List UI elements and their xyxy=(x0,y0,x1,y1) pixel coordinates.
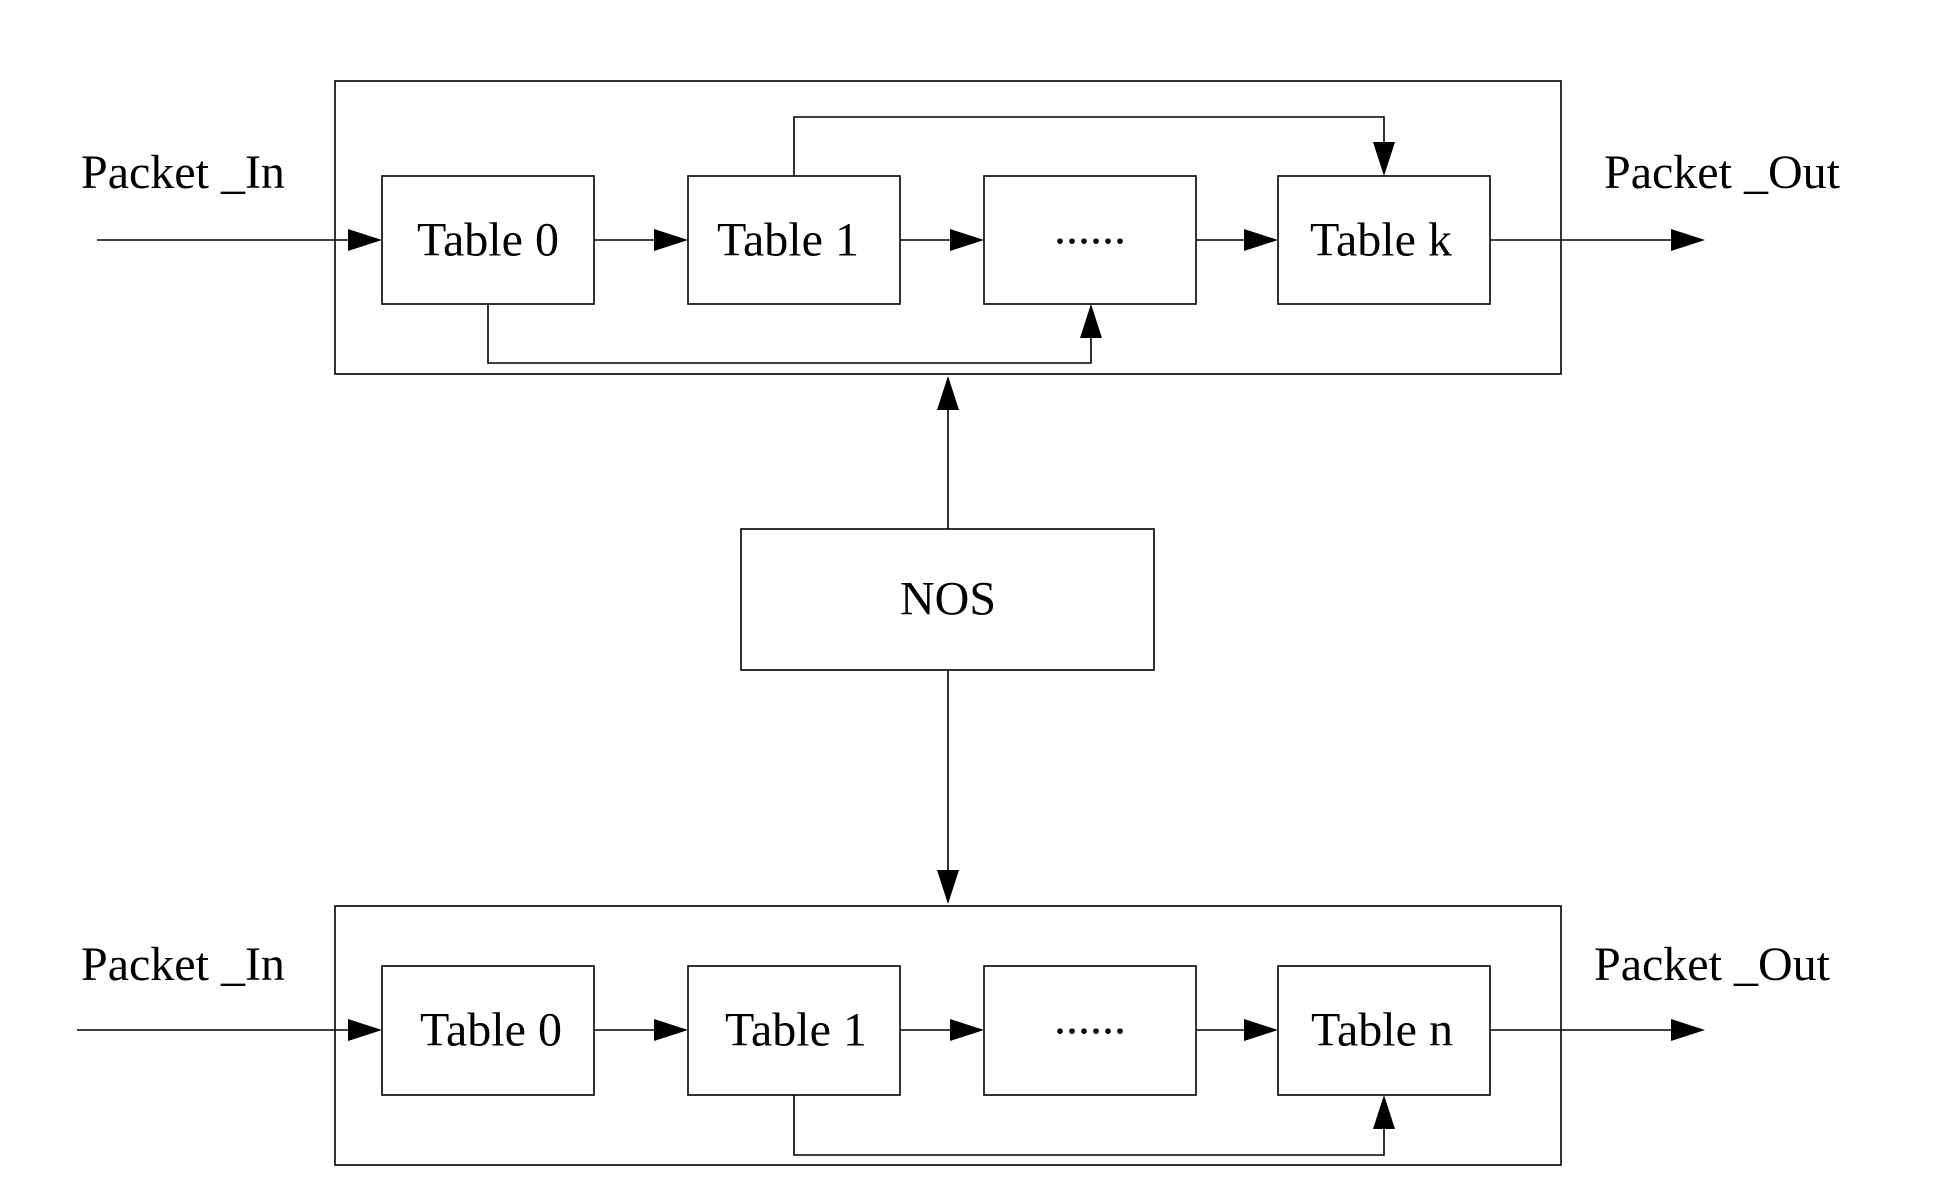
top-ellipsis-label: ...... xyxy=(1054,202,1126,255)
bottom-table-1-label: Table 1 xyxy=(725,1004,867,1057)
bottom-packet-in-label: Packet _In xyxy=(81,938,285,991)
openflow-multi-table-pipeline-diagram: Packet _In Packet _Out Table 0 Table 1 .… xyxy=(77,80,1841,1166)
bottom-table-0: Table 0 xyxy=(381,965,595,1096)
bottom-ellipsis-label: ...... xyxy=(1054,992,1126,1045)
top-pipeline: Packet _In Packet _Out Table 0 Table 1 .… xyxy=(81,80,1841,375)
top-table-0-label: Table 0 xyxy=(417,214,559,267)
bottom-table-1: Table 1 xyxy=(687,965,901,1096)
top-table-1-label: Table 1 xyxy=(717,214,859,267)
top-packet-out-label: Packet _Out xyxy=(1604,146,1841,199)
bottom-packet-out-label: Packet _Out xyxy=(1594,938,1831,991)
top-packet-in-label: Packet _In xyxy=(81,146,285,199)
nos-to-bottom-arrow xyxy=(937,670,959,904)
nos-to-top-arrow xyxy=(937,376,959,529)
top-table-k-label: Table k xyxy=(1310,214,1452,267)
top-table-1: Table 1 xyxy=(687,175,901,305)
bottom-pipeline: Packet _In Packet _Out Table 0 Table 1 .… xyxy=(77,905,1831,1166)
bottom-table-n-label: Table n xyxy=(1311,1004,1453,1057)
top-table-ellipsis: ...... xyxy=(983,175,1197,305)
bottom-table-ellipsis: ...... xyxy=(983,965,1197,1096)
top-table-0: Table 0 xyxy=(381,175,595,305)
nos-label: NOS xyxy=(900,573,996,626)
nos-controller: NOS xyxy=(740,376,1155,904)
top-table-k: Table k xyxy=(1277,175,1491,305)
bottom-table-0-label: Table 0 xyxy=(420,1004,562,1057)
bottom-table-n: Table n xyxy=(1277,965,1491,1096)
